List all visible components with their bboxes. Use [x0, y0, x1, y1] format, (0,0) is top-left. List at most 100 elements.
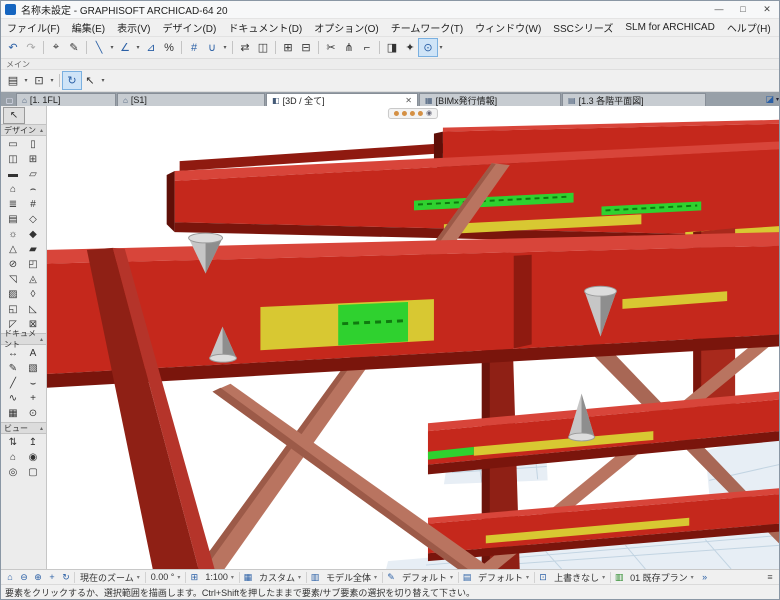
palette-dot[interactable]: [401, 111, 407, 116]
view-options-caret[interactable]: ▾: [437, 44, 445, 51]
pencil-icon[interactable]: ✎: [65, 39, 83, 56]
tool-hotspot[interactable]: +: [23, 391, 43, 406]
scale-combo[interactable]: 1:100: [201, 572, 238, 582]
tool-ramp[interactable]: ◺: [23, 302, 43, 317]
settings-caret[interactable]: ▾: [48, 77, 56, 84]
menu-item[interactable]: デザイン(D): [156, 20, 222, 35]
statusbar-item[interactable]: [610, 571, 612, 583]
tool-wall[interactable]: ▭: [3, 137, 23, 152]
menu-item[interactable]: ファイル(F): [1, 20, 66, 35]
tool-drawing[interactable]: ⊙: [23, 406, 43, 421]
ungroup-icon[interactable]: ⊟: [297, 39, 315, 56]
pen-icon[interactable]: ✎: [384, 572, 398, 583]
tool-niche[interactable]: ◱: [3, 302, 23, 317]
filter-icon[interactable]: ▥: [308, 572, 322, 583]
tool-lamp[interactable]: ☼: [3, 227, 23, 242]
tool-beam[interactable]: ▬: [3, 167, 23, 182]
layer-icon[interactable]: ▤: [460, 572, 474, 583]
tool-opening[interactable]: ⊘: [3, 257, 23, 272]
menu-item[interactable]: SSCシリーズ: [547, 20, 619, 35]
tool-text[interactable]: A: [23, 346, 43, 361]
statusbar-item[interactable]: [185, 571, 187, 583]
toolbox-section-view[interactable]: ビュー ▴: [1, 422, 46, 434]
tool-label[interactable]: ✎: [3, 361, 23, 376]
magnet-icon[interactable]: ∪: [203, 39, 221, 56]
tool-skylight[interactable]: ◹: [3, 272, 23, 287]
view-tab[interactable]: ⌂ [S1]: [117, 93, 265, 106]
adjust-icon[interactable]: ⌐: [358, 39, 376, 56]
statusbar-item[interactable]: [238, 571, 240, 583]
palette-dot[interactable]: [409, 111, 415, 116]
grid-icon[interactable]: ▦: [241, 572, 255, 583]
toolbox-section-document[interactable]: ドキュメント ▴: [1, 329, 46, 349]
tool-curtain-wall[interactable]: ▤: [3, 212, 23, 227]
tool-figure[interactable]: ▦: [3, 406, 23, 421]
toolbox-section-design[interactable]: デザイン ▴: [1, 124, 46, 136]
tool-arc[interactable]: ⌣: [23, 376, 43, 391]
select-arrow-button[interactable]: ↖: [81, 72, 99, 89]
tool-door[interactable]: ◫: [3, 152, 23, 167]
layer-combo[interactable]: デフォルト: [474, 571, 533, 584]
statusbar-item[interactable]: [534, 571, 536, 583]
tool-object[interactable]: ◇: [23, 212, 43, 227]
orbit-icon[interactable]: ↻: [59, 572, 73, 583]
3d-viewport[interactable]: ◉: [47, 106, 779, 569]
zoom-in-icon[interactable]: ⊕: [31, 572, 45, 583]
zoom-out-icon[interactable]: ⊖: [17, 572, 31, 583]
menu-item[interactable]: 編集(E): [66, 20, 111, 35]
menu-item[interactable]: ドキュメント(D): [222, 20, 308, 35]
toolbar-item[interactable]: [275, 41, 276, 54]
tool-zone[interactable]: ▰: [23, 242, 43, 257]
tool-spline[interactable]: ∿: [3, 391, 23, 406]
tool-truss[interactable]: ◬: [23, 272, 43, 287]
pages-icon[interactable]: ⊞: [187, 572, 201, 583]
tool-section[interactable]: ⇅: [3, 435, 23, 450]
toolbar-item[interactable]: [232, 41, 233, 54]
favorites-button[interactable]: ▤: [4, 72, 22, 89]
tool-fill[interactable]: ▧: [23, 361, 43, 376]
tool-profile[interactable]: ◊: [23, 287, 43, 302]
angle-tool-icon[interactable]: ∠: [116, 39, 134, 56]
view-tab[interactable]: ▤ [1.3 各階平面図]: [562, 93, 706, 106]
tool-dimension[interactable]: ↔: [3, 346, 23, 361]
renovation-icon[interactable]: ▥: [612, 572, 626, 583]
menu-item[interactable]: SLM for ARCHICAD: [619, 22, 720, 33]
menu-item[interactable]: ウィンドウ(W): [469, 20, 547, 35]
select-plus-icon[interactable]: ⌖: [47, 39, 65, 56]
statusbar-item[interactable]: [144, 571, 146, 583]
tool-morph[interactable]: ◆: [23, 227, 43, 242]
current-zoom-combo[interactable]: 現在のズーム: [76, 571, 144, 584]
statusbar-item[interactable]: [305, 571, 307, 583]
statusbar-item[interactable]: [458, 571, 460, 583]
transform-icon[interactable]: ⇄: [236, 39, 254, 56]
tool-slab[interactable]: ▱: [23, 167, 43, 182]
quick-view-caret-icon[interactable]: ▾: [776, 96, 779, 103]
default-settings-button[interactable]: ⊡: [30, 72, 48, 89]
magnet-caret[interactable]: ▾: [221, 44, 229, 51]
view-tab[interactable]: ▦ [BIMx発行情報]: [419, 93, 561, 106]
floating-view-palette[interactable]: ◉: [387, 108, 439, 119]
percent-tool-icon[interactable]: %: [160, 39, 178, 56]
tool-window[interactable]: ⊞: [23, 152, 43, 167]
grid-snap-icon[interactable]: #: [185, 39, 203, 56]
split-icon[interactable]: ⋔: [340, 39, 358, 56]
line-caret[interactable]: ▾: [108, 44, 116, 51]
orbit-button[interactable]: ↻: [62, 71, 82, 90]
angle-caret[interactable]: ▾: [134, 44, 142, 51]
tool-railing[interactable]: #: [23, 197, 43, 212]
menu-item[interactable]: ヘルプ(H): [721, 20, 777, 35]
tool-elevation[interactable]: ↥: [23, 435, 43, 450]
tool-corner-window[interactable]: ◰: [23, 257, 43, 272]
tool-detail[interactable]: ◎: [3, 465, 23, 480]
tray-icon[interactable]: ≡: [763, 572, 777, 582]
tool-worksheet[interactable]: ▢: [23, 465, 43, 480]
toolbar-item[interactable]: [43, 41, 44, 54]
pen-set-combo[interactable]: デフォルト: [398, 571, 457, 584]
trim-icon[interactable]: ✂: [322, 39, 340, 56]
menu-item[interactable]: オプション(O): [308, 20, 384, 35]
rotation-angle-field[interactable]: 0.00 °: [147, 572, 185, 582]
palette-dot[interactable]: [393, 111, 399, 116]
offset-tool-icon[interactable]: ⊿: [142, 39, 160, 56]
tool-shell[interactable]: ⌢: [23, 182, 43, 197]
statusbar-item[interactable]: [382, 571, 383, 583]
